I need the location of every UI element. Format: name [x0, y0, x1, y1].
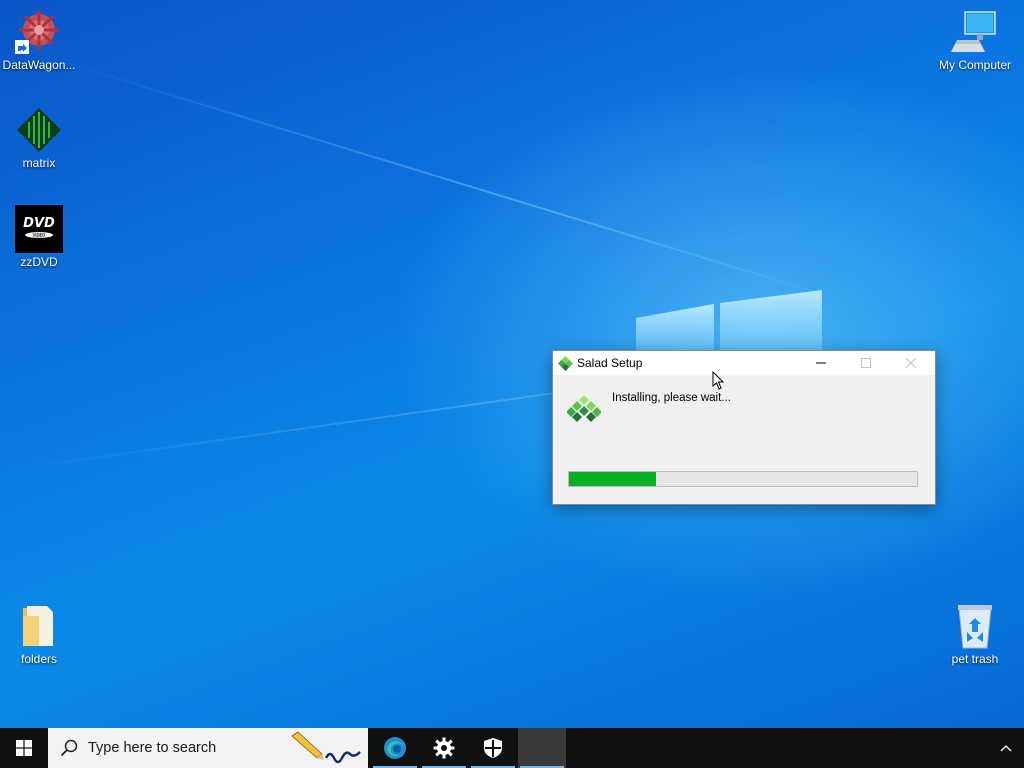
desktop-icon-zzdvd[interactable]: DVD VIDEO zzDVD [0, 205, 78, 269]
desktop-icon-my-computer[interactable]: My Computer [936, 8, 1014, 72]
search-icon [60, 739, 78, 757]
recycle-bin-icon [951, 602, 999, 650]
close-icon [905, 358, 916, 368]
maximize-icon [860, 358, 871, 368]
desktop-icon-label: pet trash [951, 652, 999, 666]
pen-scribble-icon [291, 731, 361, 764]
taskbar-app-security[interactable] [469, 728, 517, 768]
desktop-icon-label: zzDVD [20, 255, 58, 269]
desktop-icon-label: My Computer [938, 58, 1012, 72]
taskbar-app-settings[interactable] [420, 728, 468, 768]
salad-icon [558, 356, 573, 376]
desktop-icon-datawagon[interactable]: DataWagon... [0, 8, 78, 72]
dvd-icon: DVD VIDEO [15, 205, 63, 253]
security-shield-icon [484, 738, 502, 758]
settings-icon [433, 737, 455, 759]
desktop-icon-matrix[interactable]: matrix [0, 106, 78, 170]
search-placeholder: Type here to search [88, 740, 217, 756]
install-status-text: Installing, please wait... [612, 392, 731, 404]
matrix-icon [15, 106, 63, 154]
datawagon-icon [15, 8, 63, 56]
taskbar-app-edge[interactable] [371, 728, 419, 768]
salad-logo-icon [566, 395, 602, 430]
start-button[interactable] [0, 728, 48, 768]
desktop-icon-folders[interactable]: folders [0, 602, 78, 666]
desktop-icon-pet-trash[interactable]: pet trash [936, 602, 1014, 666]
taskbar-app-salad-setup[interactable] [518, 728, 566, 768]
minimize-icon [815, 362, 826, 364]
desktop-icon-label: folders [20, 652, 58, 666]
install-progress-bar [568, 471, 918, 487]
folder-icon [15, 602, 63, 650]
windows-logo-wallpaper [636, 290, 822, 352]
dialog-body: Installing, please wait... [553, 375, 935, 503]
light-beam [59, 60, 845, 302]
salad-setup-dialog: Salad Setup Installing, please wait... [552, 350, 936, 505]
show-hidden-icons-button[interactable] [996, 728, 1016, 768]
desktop-icon-label: DataWagon... [2, 58, 76, 72]
computer-icon [951, 8, 999, 56]
close-button[interactable] [888, 351, 933, 375]
chevron-up-icon [1000, 745, 1012, 752]
edge-icon [384, 737, 406, 759]
taskbar-search-box[interactable]: Type here to search [48, 728, 368, 768]
dialog-titlebar[interactable]: Salad Setup [553, 351, 935, 375]
desktop: DataWagon... matrix DVD VIDEO zzDVD fold… [0, 0, 1024, 728]
maximize-button[interactable] [843, 351, 888, 375]
desktop-icon-label: matrix [22, 156, 56, 170]
windows-start-icon [16, 740, 32, 756]
mouse-cursor-icon [712, 371, 724, 390]
dialog-title: Salad Setup [577, 356, 643, 370]
progress-fill [569, 472, 656, 486]
svg-text:VIDEO: VIDEO [33, 233, 46, 238]
minimize-button[interactable] [798, 351, 843, 375]
taskbar: Type here to search [0, 728, 1024, 768]
svg-text:DVD: DVD [23, 216, 55, 231]
